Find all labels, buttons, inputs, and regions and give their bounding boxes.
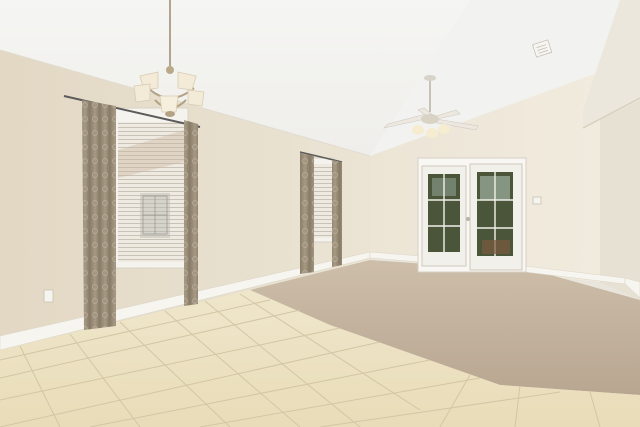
french-doors[interactable] [417, 157, 527, 273]
left-window [113, 107, 189, 269]
door-handle[interactable] [466, 217, 470, 221]
room-photo [0, 0, 640, 427]
light-switch-icon[interactable] [532, 196, 542, 205]
room-illustration [0, 0, 640, 427]
power-outlet-icon [43, 289, 54, 303]
